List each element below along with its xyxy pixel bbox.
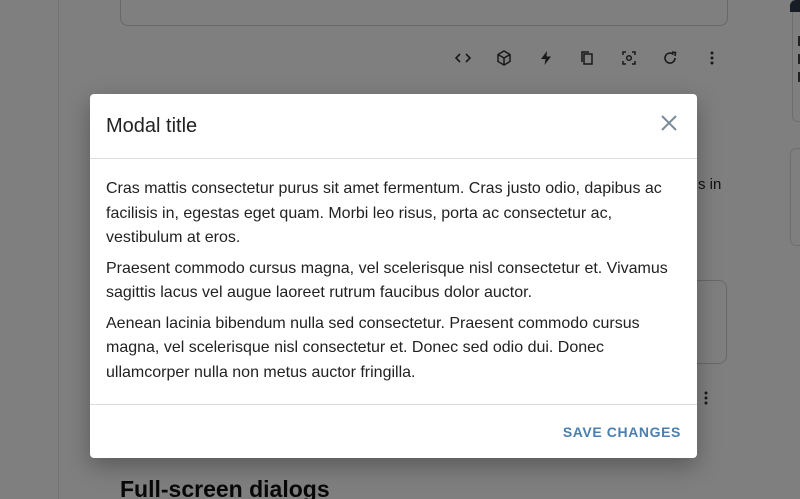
modal-footer: SAVE CHANGES xyxy=(90,404,697,458)
close-button[interactable] xyxy=(656,110,682,136)
modal-paragraph: Aenean lacinia bibendum nulla sed consec… xyxy=(106,314,640,381)
modal-dialog: Modal title Cras mattis consectetur puru… xyxy=(90,94,697,458)
close-icon xyxy=(661,115,677,131)
modal-paragraph: Cras mattis consectetur purus sit amet f… xyxy=(106,180,662,246)
modal-title: Modal title xyxy=(106,115,198,137)
modal-body: Cras mattis consectetur purus sit amet f… xyxy=(106,177,676,391)
modal-paragraph: Praesent commodo cursus magna, vel scele… xyxy=(106,259,668,302)
modal-header: Modal title xyxy=(90,94,697,159)
save-changes-button[interactable]: SAVE CHANGES xyxy=(563,424,681,440)
page: s in Full-screen dialogs Modal title Cra… xyxy=(0,0,800,499)
